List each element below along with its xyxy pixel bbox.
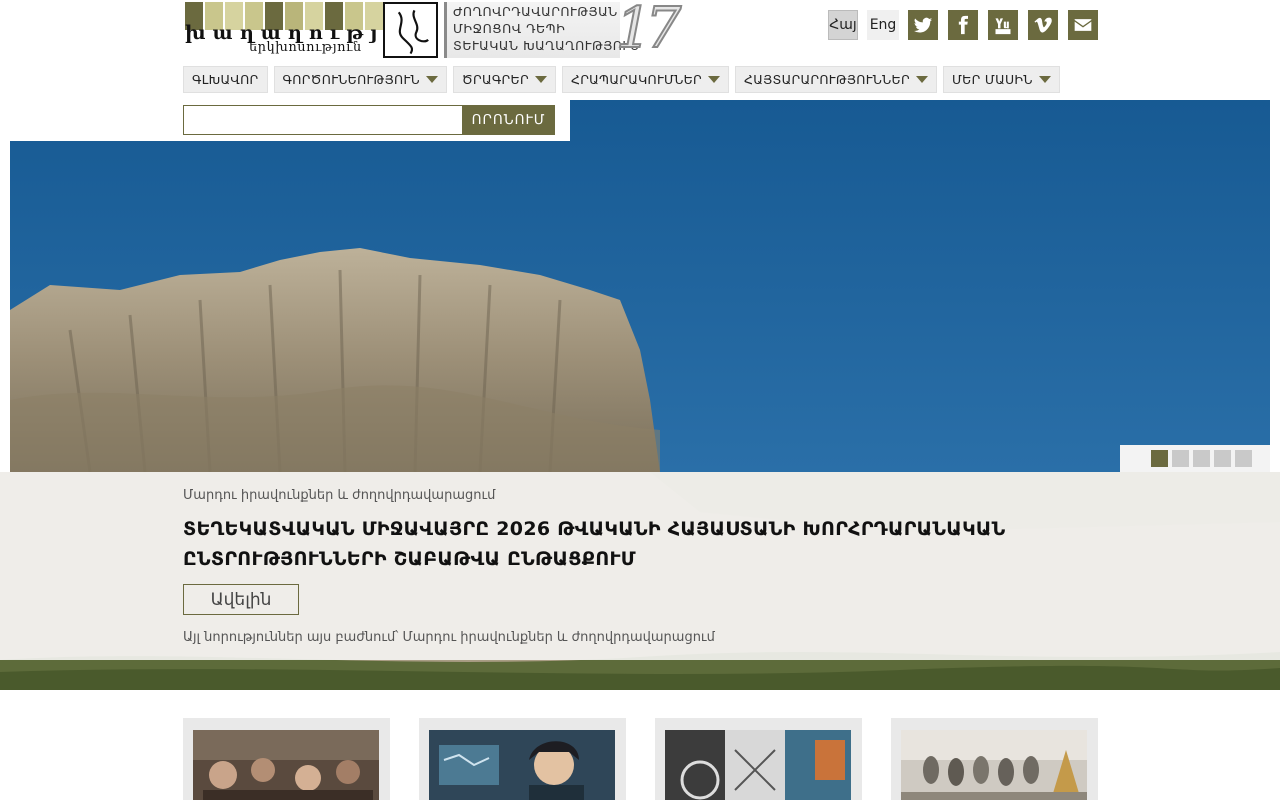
slide-dot-3[interactable] xyxy=(1193,450,1210,467)
main-nav: ԳԼԽԱՎՈՐ ԳՈՐԾՈՒՆԵՈՒԹՅՈՒՆ ԾՐԱԳՐԵՐ ՀՐԱՊԱՐԱԿ… xyxy=(183,66,1060,93)
slide-title[interactable]: ՏԵՂԵԿԱՏՎԱԿԱՆ ՄԻՋԱՎԱՅՐԸ 2026 ԹՎԱԿԱՆԻ ՀԱՅԱ… xyxy=(183,514,1063,574)
caret-down-icon xyxy=(534,76,547,83)
facebook-icon xyxy=(958,15,968,35)
caret-down-icon xyxy=(708,76,721,83)
anniversary-line-1: ԺՈՂՈՎՐԴԱՎԱՐՈՒԹՅԱՆ xyxy=(453,4,618,19)
news-card-image[interactable] xyxy=(429,730,615,800)
anniversary-line-3: ՏԵՒԱԿԱՆ ԽԱՂԱՂՈՒԹՅՈՒՆ xyxy=(453,38,640,53)
nav-programs[interactable]: ԾՐԱԳՐԵՐ xyxy=(452,66,556,93)
twitter-icon xyxy=(913,17,933,33)
logo-squares: խաղաղության երկխոսություն xyxy=(183,2,425,58)
anniversary-line-2: ՄԻՋՈՑՈՎ ԴԵՊԻ xyxy=(453,21,566,36)
vimeo-icon xyxy=(1034,17,1052,33)
nav-publications-label: ՀՐԱՊԱՐԱԿՈՒՄՆԵՐ xyxy=(570,72,703,87)
twitter-link[interactable] xyxy=(908,10,938,40)
search-button[interactable]: ՈՐՈՆՈՒՄ xyxy=(462,105,555,135)
youtube-link[interactable] xyxy=(988,10,1018,40)
news-card-4[interactable] xyxy=(891,718,1098,800)
email-link[interactable] xyxy=(1068,10,1098,40)
lang-armenian[interactable]: Հայ xyxy=(828,10,858,40)
nav-programs-label: ԾՐԱԳՐԵՐ xyxy=(461,72,529,87)
envelope-icon xyxy=(1074,19,1092,31)
youtube-icon xyxy=(995,18,1011,35)
slide-dot-1[interactable] xyxy=(1151,450,1168,467)
search-input[interactable] xyxy=(183,105,463,135)
nav-home[interactable]: ԳԼԽԱՎՈՐ xyxy=(183,66,268,93)
other-news-link[interactable]: Այլ նորություններ այս բաժնում՝ Մարդու իր… xyxy=(183,630,715,645)
site-logo[interactable]: խաղաղության երկխոսություն xyxy=(183,2,439,58)
slide-category[interactable]: Մարդու իրավունքներ և ժողովրդավարացում xyxy=(183,488,495,503)
facebook-link[interactable] xyxy=(948,10,978,40)
slider-pagination xyxy=(1120,445,1270,472)
news-card-2[interactable] xyxy=(419,718,626,800)
news-card-image[interactable] xyxy=(901,730,1087,800)
nav-announcements[interactable]: ՀԱՅՏԱՐԱՐՈՒԹՅՈՒՆՆԵՐ xyxy=(735,66,937,93)
read-more-button[interactable]: Ավելին xyxy=(183,584,299,615)
caret-down-icon xyxy=(425,76,438,83)
nav-announcements-label: ՀԱՅՏԱՐԱՐՈՒԹՅՈՒՆՆԵՐ xyxy=(744,72,910,87)
logo-subtitle: երկխոսություն xyxy=(249,40,362,55)
nav-about-label: ՄԵՐ ՄԱՍԻՆ xyxy=(951,72,1033,87)
news-card-image[interactable] xyxy=(193,730,379,800)
slide-dot-4[interactable] xyxy=(1214,450,1231,467)
nav-activities[interactable]: ԳՈՐԾՈՒՆԵՈՒԹՅՈՒՆ xyxy=(273,66,447,93)
lang-english[interactable]: Eng xyxy=(867,10,899,40)
nav-publications[interactable]: ՀՐԱՊԱՐԱԿՈՒՄՆԵՐ xyxy=(561,66,730,93)
slide-dot-2[interactable] xyxy=(1172,450,1189,467)
hero-slide-image[interactable] xyxy=(10,100,1270,472)
caret-down-icon xyxy=(1038,76,1051,83)
logo-emblem xyxy=(383,2,438,58)
vimeo-link[interactable] xyxy=(1028,10,1058,40)
news-card-image[interactable] xyxy=(665,730,851,800)
nav-home-label: ԳԼԽԱՎՈՐ xyxy=(192,72,259,87)
slide-dot-5[interactable] xyxy=(1235,450,1252,467)
nav-about[interactable]: ՄԵՐ ՄԱՍԻՆ xyxy=(942,66,1060,93)
anniversary-number: 17 xyxy=(615,0,682,62)
anniversary-badge: ԺՈՂՈՎՐԴԱՎԱՐՈՒԹՅԱՆ ՄԻՋՈՑՈՎ ԴԵՊԻ ՏԵՒԱԿԱՆ Խ… xyxy=(444,0,692,62)
news-card-1[interactable] xyxy=(183,718,390,800)
caret-down-icon xyxy=(915,76,928,83)
news-card-3[interactable] xyxy=(655,718,862,800)
nav-activities-label: ԳՈՐԾՈՒՆԵՈՒԹՅՈՒՆ xyxy=(282,72,420,87)
